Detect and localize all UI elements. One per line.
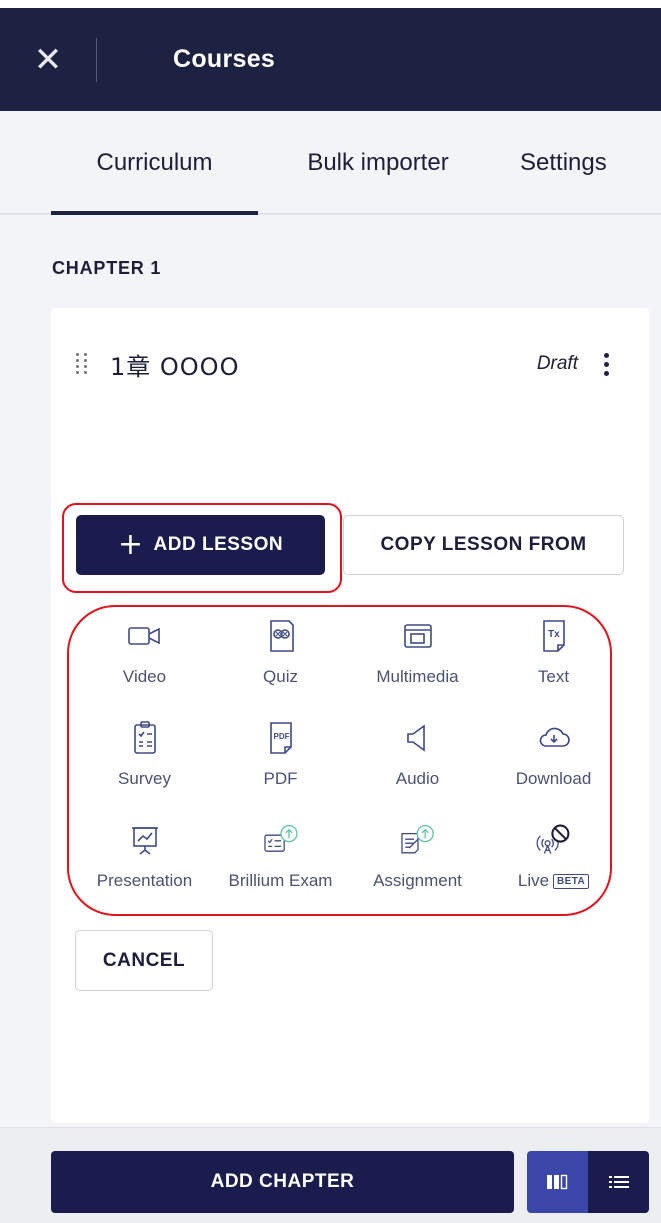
columns-icon — [546, 1174, 567, 1190]
column-view-button[interactable] — [527, 1151, 588, 1213]
list-view-button[interactable] — [588, 1151, 649, 1213]
lesson-type-label: Text — [537, 667, 570, 686]
copy-lesson-button[interactable]: COPY LESSON FROM — [343, 515, 624, 575]
lesson-type-multimedia[interactable]: Multimedia — [355, 617, 480, 697]
audio-icon — [398, 719, 438, 757]
lesson-type-label: Quiz — [263, 667, 298, 686]
lesson-type-label: Presentation — [96, 871, 193, 890]
lesson-type-label: Survey — [118, 769, 171, 788]
page-title: Courses — [173, 45, 276, 73]
lesson-type-brillium-exam[interactable]: Brillium Exam — [218, 821, 343, 901]
header-divider — [96, 37, 97, 82]
lesson-type-assignment[interactable]: Assignment — [355, 821, 480, 901]
multimedia-icon — [398, 617, 438, 655]
download-icon — [534, 719, 574, 757]
add-chapter-button[interactable]: ADD CHAPTER — [51, 1151, 514, 1213]
more-options-icon[interactable] — [594, 348, 618, 380]
lesson-type-audio[interactable]: Audio — [355, 719, 480, 799]
video-icon — [125, 617, 165, 655]
chapter-card: 1章 OOOO Draft + ADD LESSON COPY LESSON F… — [51, 308, 649, 1123]
view-mode-toggle — [527, 1151, 649, 1213]
lesson-type-label: PDF — [263, 769, 298, 788]
survey-icon — [125, 719, 165, 757]
close-icon[interactable]: ✕ — [0, 8, 96, 111]
lesson-type-video[interactable]: Video — [82, 617, 207, 697]
plus-icon: + — [117, 527, 144, 562]
drag-handle-icon[interactable] — [76, 353, 90, 375]
assignment-icon — [398, 821, 438, 859]
lesson-row[interactable]: 1章 OOOO Draft — [76, 346, 626, 382]
live-label: Live — [517, 871, 550, 890]
lesson-type-live[interactable]: Live BETA — [491, 821, 616, 901]
tab-curriculum[interactable]: Curriculum — [51, 111, 258, 215]
lesson-type-presentation[interactable]: Presentation — [82, 821, 207, 901]
lesson-type-pdf[interactable]: PDF PDF — [218, 719, 343, 799]
add-lesson-button[interactable]: + ADD LESSON — [76, 515, 325, 575]
lesson-type-label: Download — [515, 769, 592, 788]
tab-settings[interactable]: Settings — [520, 111, 661, 215]
lesson-type-label: Video — [122, 667, 167, 686]
lesson-type-survey[interactable]: Survey — [82, 719, 207, 799]
lesson-title[interactable]: 1章 OOOO — [110, 347, 239, 382]
lesson-type-label: Brillium Exam — [228, 871, 333, 890]
lesson-type-label: Audio — [395, 769, 440, 788]
text-icon: Tx — [534, 617, 574, 655]
lesson-type-label: Live BETA — [517, 871, 590, 891]
lesson-type-download[interactable]: Download — [491, 719, 616, 799]
lesson-status: Draft — [536, 353, 578, 374]
list-icon — [608, 1176, 629, 1188]
tab-bar: Curriculum Bulk importer Settings — [0, 111, 661, 215]
quiz-icon — [261, 617, 301, 655]
chapter-label: CHAPTER 1 — [52, 258, 162, 278]
svg-text:Tx: Tx — [548, 629, 560, 640]
lesson-type-label: Assignment — [373, 871, 462, 890]
top-strip — [0, 0, 661, 8]
app-header: ✕ Courses — [0, 8, 661, 111]
presentation-icon — [125, 821, 165, 859]
cancel-button[interactable]: CANCEL — [75, 930, 213, 991]
brillium-exam-icon — [261, 821, 301, 859]
live-icon — [534, 821, 574, 859]
svg-text:PDF: PDF — [273, 732, 289, 741]
lesson-type-label: Multimedia — [376, 667, 459, 686]
lesson-type-text[interactable]: Tx Text — [491, 617, 616, 697]
tab-bulk-importer[interactable]: Bulk importer — [280, 111, 476, 215]
pdf-icon: PDF — [261, 719, 301, 757]
footer-bar: ADD CHAPTER — [0, 1127, 661, 1223]
beta-badge: BETA — [553, 873, 590, 889]
add-lesson-label: ADD LESSON — [153, 534, 284, 555]
active-tab-indicator — [51, 211, 258, 215]
lesson-type-quiz[interactable]: Quiz — [218, 617, 343, 697]
